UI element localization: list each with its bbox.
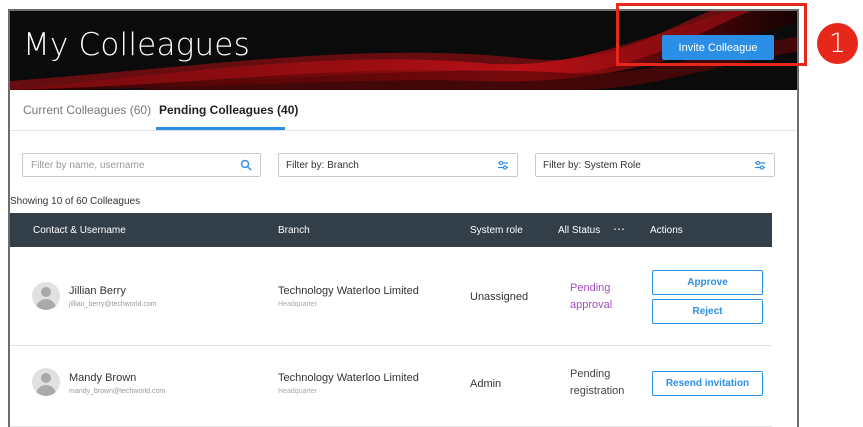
column-status[interactable]: All Status bbox=[558, 225, 600, 236]
page-title: My Colleagues bbox=[23, 27, 250, 63]
contact-name: Mandy Brown bbox=[69, 372, 137, 384]
column-system-role: System role bbox=[470, 225, 523, 236]
branch-name: Technology Waterloo Limited bbox=[278, 372, 419, 384]
contact-name: Jillian Berry bbox=[69, 285, 126, 297]
status-line: registration bbox=[570, 385, 625, 397]
tab-pending-colleagues[interactable]: Pending Colleagues (40) bbox=[159, 103, 298, 117]
column-actions: Actions bbox=[650, 225, 683, 236]
approve-button[interactable]: Approve bbox=[652, 270, 763, 295]
status-badge: Pending registration bbox=[570, 366, 650, 400]
results-count: Showing 10 of 60 Colleagues bbox=[10, 196, 141, 207]
status-badge: Pending approval bbox=[570, 280, 650, 314]
system-role: Unassigned bbox=[470, 291, 529, 303]
status-line: Pending bbox=[570, 282, 611, 294]
branch-type: Headquarter bbox=[278, 388, 317, 395]
resend-invitation-button[interactable]: Resend invitation bbox=[652, 371, 763, 396]
search-input[interactable] bbox=[31, 158, 231, 172]
search-filter[interactable] bbox=[22, 153, 261, 177]
filter-sliders-icon[interactable] bbox=[497, 159, 509, 171]
status-line: approval bbox=[570, 299, 613, 311]
system-role-filter[interactable]: Filter by: System Role bbox=[535, 153, 775, 177]
table-row: Mandy Brown mandy_brown@techworld.com Te… bbox=[10, 346, 772, 427]
branch-filter[interactable]: Filter by: Branch bbox=[278, 153, 518, 177]
status-line: Pending bbox=[570, 368, 611, 380]
branch-name: Technology Waterloo Limited bbox=[278, 285, 419, 297]
column-branch: Branch bbox=[278, 225, 310, 236]
ellipsis-icon[interactable]: ⋯ bbox=[613, 222, 625, 236]
tab-bar: Current Colleagues (60) Pending Colleagu… bbox=[10, 90, 797, 131]
tab-current-colleagues[interactable]: Current Colleagues (60) bbox=[23, 103, 151, 117]
avatar bbox=[32, 282, 60, 310]
column-contact: Contact & Username bbox=[33, 225, 126, 236]
system-role: Admin bbox=[470, 378, 502, 390]
contact-username: mandy_brown@techworld.com bbox=[69, 388, 166, 395]
callout-number-badge: 1 bbox=[817, 23, 858, 64]
branch-filter-label: Filter by: Branch bbox=[286, 160, 359, 171]
avatar bbox=[32, 368, 60, 396]
system-role-filter-label: Filter by: System Role bbox=[543, 160, 641, 171]
reject-button[interactable]: Reject bbox=[652, 299, 763, 324]
branch-type: Headquarter bbox=[278, 301, 317, 308]
filter-sliders-icon[interactable] bbox=[754, 159, 766, 171]
table-row: Jillian Berry jillian_berry@techworld.co… bbox=[10, 249, 772, 346]
contact-username: jillian_berry@techworld.com bbox=[69, 301, 157, 308]
active-tab-indicator bbox=[156, 127, 285, 130]
search-icon[interactable] bbox=[240, 159, 252, 171]
callout-highlight-box bbox=[616, 3, 807, 66]
table-header: Contact & Username Branch System role Al… bbox=[10, 213, 772, 247]
